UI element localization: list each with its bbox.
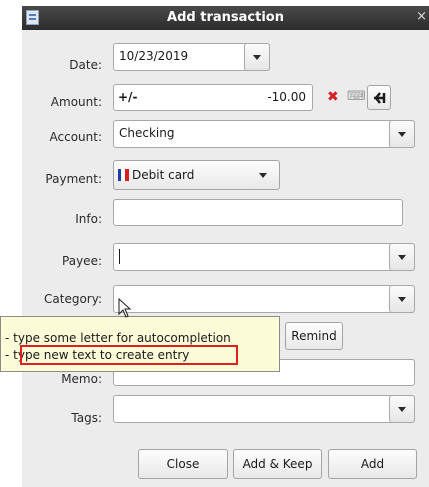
add-keep-label: Add & Keep [242,457,313,471]
payee-dropdown-button[interactable] [389,243,415,271]
remind-label: Remind [291,329,337,343]
payment-value: Debit card [132,168,195,182]
remind-button[interactable]: Remind [285,322,343,350]
chevron-down-icon [398,255,406,260]
category-label: Category: [44,292,102,306]
close-window-icon[interactable]: × [416,9,427,24]
payee-combo[interactable] [113,243,415,271]
amount-field[interactable]: +/- -10.00 [113,84,313,111]
tooltip-line-1: - type some letter for autocompletion [5,331,231,345]
sign-toggle-icon[interactable]: +/- [118,90,137,104]
mouse-pointer-icon [118,298,132,318]
chevron-down-icon [398,132,406,137]
category-combo[interactable] [113,285,415,313]
dialog-title: Add transaction [167,10,284,25]
add-label: Add [360,457,385,471]
account-combo[interactable]: Checking [113,120,415,148]
text-caret [119,249,120,264]
account-value: Checking [119,126,175,140]
memo-label: Memo: [61,372,102,386]
close-button[interactable]: Close [138,449,228,479]
date-field[interactable]: 10/23/2019 [113,43,270,71]
info-label: Info: [75,212,102,226]
payment-combo[interactable]: Debit card [113,160,280,190]
payment-flag-icon [118,169,121,181]
calculator-icon: ⌨ [347,89,366,104]
clear-amount-button[interactable]: ✖ [324,85,342,110]
chevron-down-icon [259,173,267,178]
highlight-annotation [20,345,238,365]
calculator-button[interactable]: ⌨ [343,85,366,110]
account-label: Account: [49,130,103,144]
chevron-down-icon [398,407,406,412]
split-icon [374,92,386,104]
info-field[interactable] [113,199,403,226]
amount-label: Amount: [50,95,102,109]
tags-dropdown-button[interactable] [389,395,415,423]
date-label: Date: [69,58,102,72]
close-label: Close [166,457,200,471]
tags-combo[interactable] [113,395,415,423]
tags-label: Tags: [71,411,102,425]
add-keep-button[interactable]: Add & Keep [233,449,322,479]
add-transaction-dialog: Add transaction × Date: 10/23/2019 Amoun… [22,6,429,487]
payee-label: Payee: [62,254,102,268]
chevron-down-icon [398,297,406,302]
add-button[interactable]: Add [328,449,417,479]
amount-value: -10.00 [267,90,306,104]
payment-label: Payment: [45,172,102,186]
account-dropdown-button[interactable] [389,120,415,148]
clear-icon: ✖ [327,89,339,105]
category-dropdown-button[interactable] [389,285,415,313]
split-amount-button[interactable] [367,85,391,110]
date-value: 10/23/2019 [119,49,189,63]
payment-flag-icon-right [125,169,129,181]
chevron-down-icon [253,55,261,60]
title-bar: Add transaction × [22,6,429,30]
date-picker-button[interactable] [244,43,270,71]
